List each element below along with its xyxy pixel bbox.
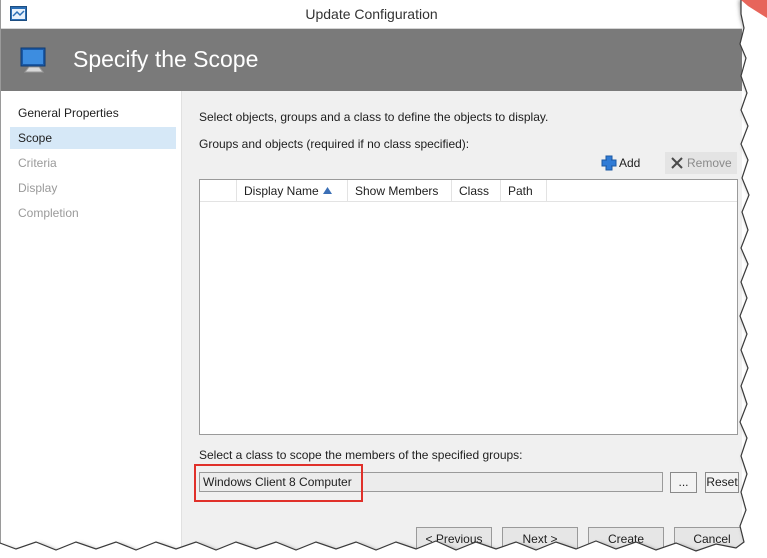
add-label: Add (619, 156, 641, 170)
class-label: Select a class to scope the members of t… (199, 448, 523, 462)
sidebar-item-scope[interactable]: Scope (10, 127, 176, 149)
x-icon (671, 157, 683, 169)
scope-panel: Select objects, groups and a class to de… (183, 91, 750, 558)
instruction-text: Select objects, groups and a class to de… (199, 110, 549, 124)
remove-button[interactable]: Remove (665, 152, 737, 174)
sidebar-item-display: Display (18, 181, 58, 195)
groups-label: Groups and objects (required if no class… (199, 137, 470, 151)
reset-button[interactable]: Reset (705, 472, 739, 493)
browse-button[interactable]: ... (670, 472, 697, 493)
add-button[interactable]: Add (597, 152, 643, 174)
title-bar: Update Configuration (1, 0, 742, 29)
column-display-name[interactable]: Display Name (237, 180, 348, 202)
page-header: Specify the Scope (1, 29, 742, 91)
remove-label: Remove (687, 156, 732, 170)
column-display-name-label: Display Name (244, 184, 319, 198)
column-class[interactable]: Class (452, 180, 501, 202)
page-title: Specify the Scope (73, 46, 259, 72)
highlight-box (194, 464, 363, 502)
wizard-steps-sidebar: General Properties Scope Criteria Displa… (1, 91, 182, 558)
cancel-button[interactable]: Cancel (674, 527, 750, 551)
column-select[interactable] (200, 180, 237, 202)
window-title: Update Configuration (305, 6, 438, 22)
next-button[interactable]: Next > (502, 527, 578, 551)
sidebar-item-criteria: Criteria (18, 156, 57, 170)
sort-ascending-icon (323, 187, 332, 194)
column-path[interactable]: Path (501, 180, 547, 202)
plus-icon (601, 155, 617, 171)
sidebar-item-general-properties[interactable]: General Properties (10, 102, 176, 124)
monitor-icon (17, 44, 51, 78)
create-button[interactable]: Create (588, 527, 664, 551)
update-configuration-window: Update Configuration Specify the Scope G… (0, 0, 750, 558)
grid-header: Display Name Show Members Class Path (200, 180, 737, 202)
sidebar-item-completion: Completion (18, 206, 79, 220)
previous-button[interactable]: < Previous (416, 527, 492, 551)
column-show-members[interactable]: Show Members (348, 180, 452, 202)
groups-objects-grid[interactable]: Display Name Show Members Class Path (199, 179, 738, 435)
